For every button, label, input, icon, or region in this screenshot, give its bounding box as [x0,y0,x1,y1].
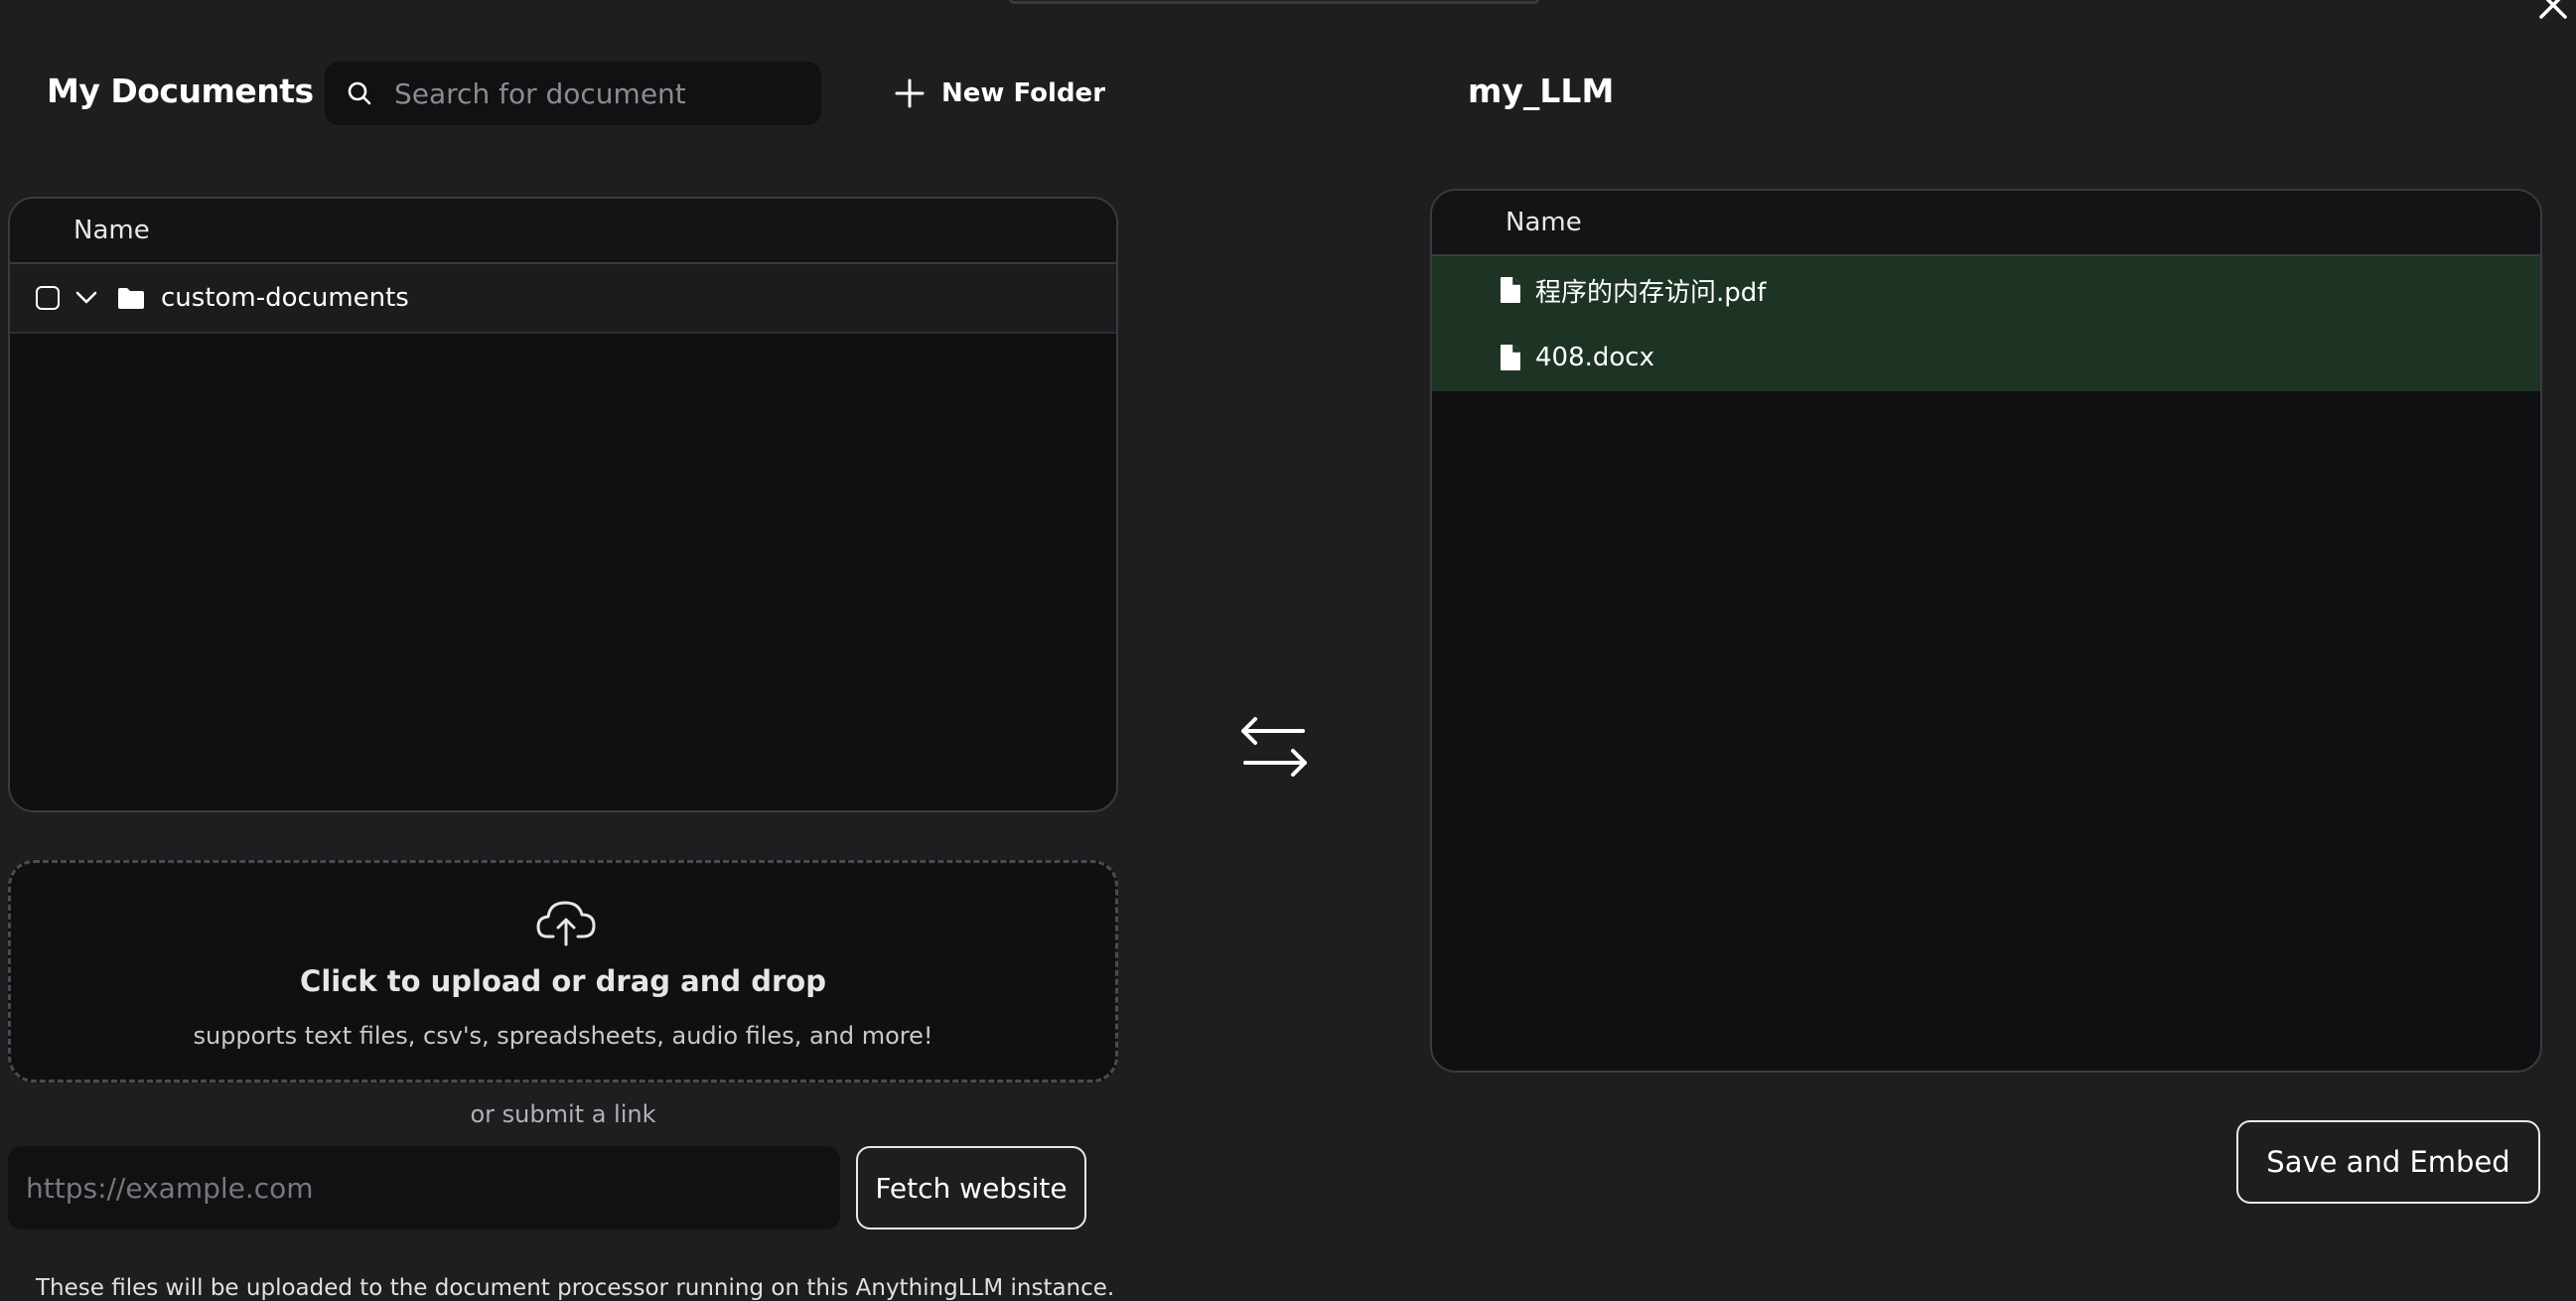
file-row[interactable]: 408.docx [1432,324,2540,391]
table-header-name: Name [1432,191,2540,256]
my-documents-title: My Documents [47,72,314,110]
file-row[interactable]: 程序的内存访问.pdf [1432,256,2540,324]
upload-title: Click to upload or drag and drop [300,964,826,998]
upload-subtitle: supports text files, csv's, spreadsheets… [193,1022,933,1050]
folder-row-custom-documents[interactable]: custom-documents [10,264,1116,334]
folder-checkbox[interactable] [36,286,60,310]
workspace-documents-table: Name 程序的内存访问.pdf 408.docx [1430,189,2542,1073]
url-input[interactable] [8,1146,840,1229]
upload-dropzone[interactable]: Click to upload or drag and drop support… [8,860,1118,1083]
fetch-website-button[interactable]: Fetch website [856,1146,1086,1229]
search-icon [348,81,371,105]
chevron-down-icon[interactable] [75,291,97,305]
cloud-upload-icon [536,901,596,946]
folder-icon [117,286,145,310]
close-icon [2539,0,2567,19]
upload-footer-note: These files will be uploaded to the docu… [36,1275,1115,1301]
document-search[interactable] [325,62,821,125]
my-documents-table: Name custom-documents [8,197,1118,812]
or-submit-link-text: or submit a link [470,1100,656,1128]
plus-icon [895,78,925,108]
modal-drag-handle [1009,0,1539,4]
table-header-name: Name [10,199,1116,264]
save-and-embed-button[interactable]: Save and Embed [2236,1120,2540,1204]
workspace-title: my_LLM [1468,72,1615,110]
swap-arrows-icon [1241,717,1307,777]
swap-arrows-button[interactable] [1239,715,1309,785]
file-name: 408.docx [1535,343,1654,372]
close-button[interactable] [2530,0,2576,28]
file-icon [1500,276,1521,304]
folder-name: custom-documents [161,283,409,313]
new-folder-button[interactable]: New Folder [894,72,1105,115]
file-name: 程序的内存访问.pdf [1535,277,1767,308]
search-input[interactable] [392,75,809,111]
new-folder-label: New Folder [941,78,1106,108]
file-icon [1500,344,1521,371]
